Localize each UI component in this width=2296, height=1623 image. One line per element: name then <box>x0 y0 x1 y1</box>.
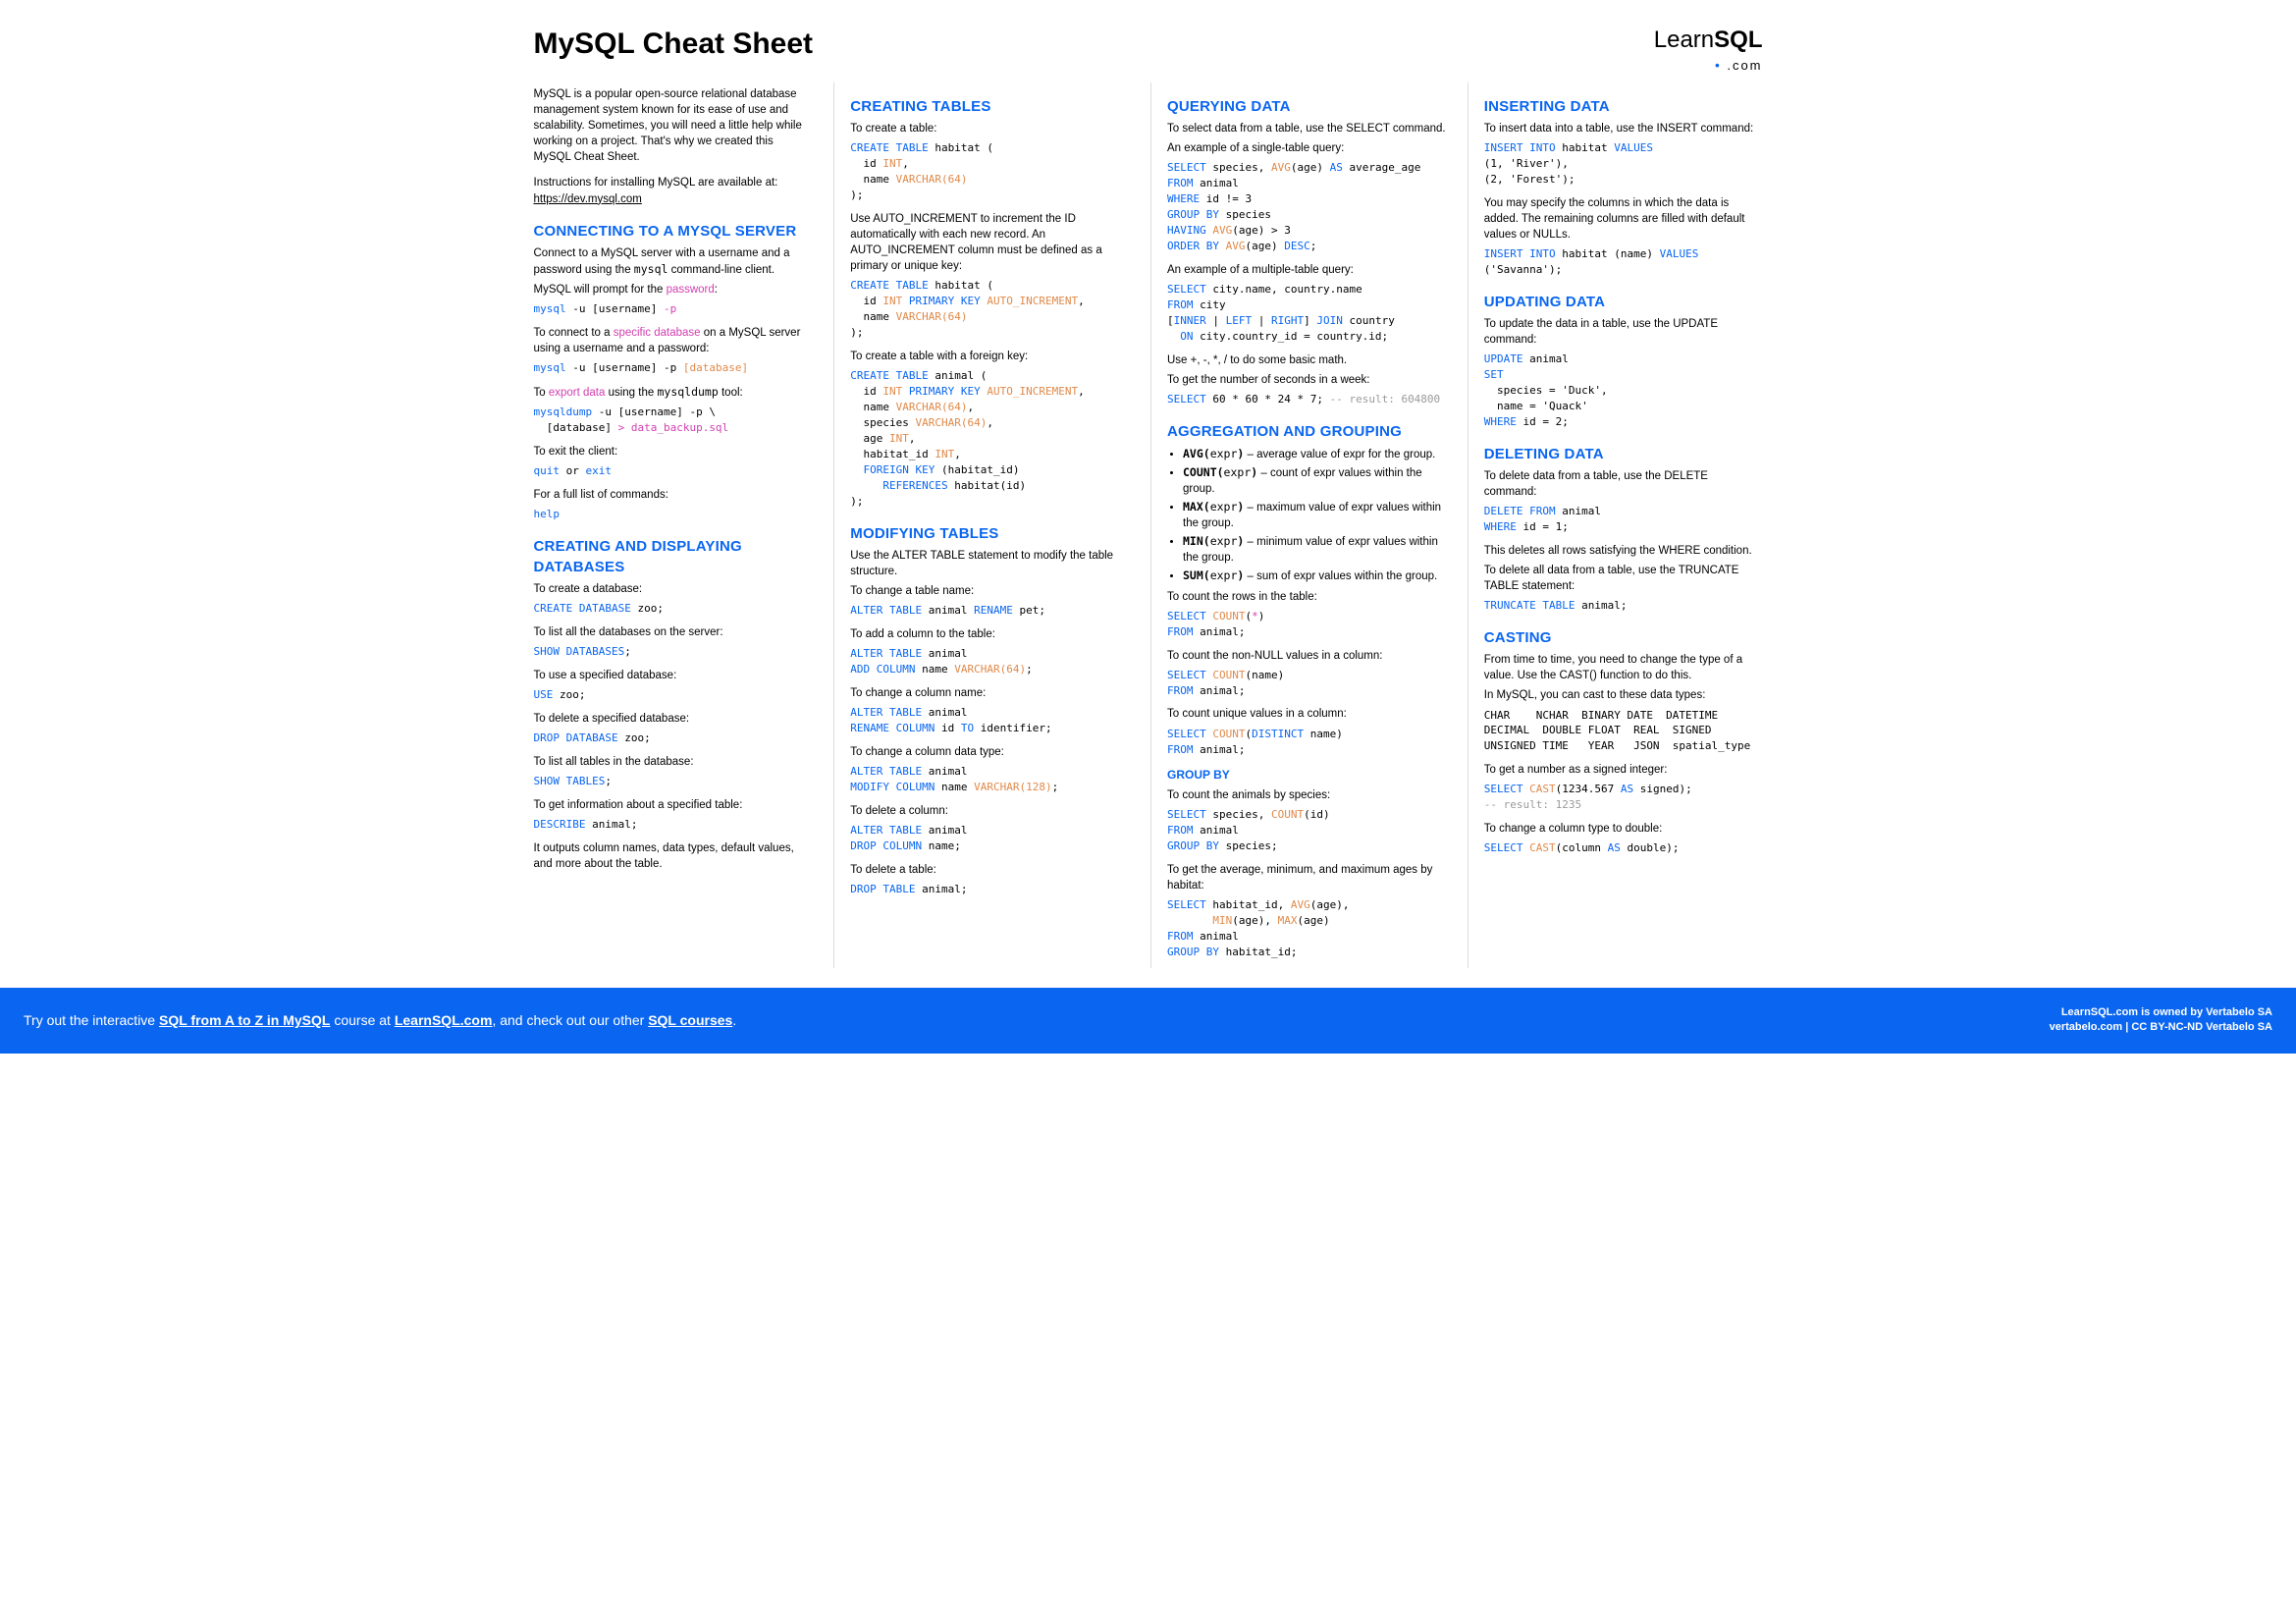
agg-list: AVG(expr) – average value of expr for th… <box>1183 446 1446 585</box>
h-query: QUERYING DATA <box>1167 96 1446 117</box>
h-agg: AGGREGATION AND GROUPING <box>1167 421 1446 442</box>
h-update: UPDATING DATA <box>1484 292 1763 312</box>
page-title: MySQL Cheat Sheet <box>534 24 1763 65</box>
link-course[interactable]: SQL from A to Z in MySQL <box>159 1012 330 1028</box>
code-dump: mysqldump -u [username] -p \ [database] … <box>534 405 813 436</box>
brand-logo: LearnSQL • .com <box>1654 24 1763 75</box>
intro-text: MySQL is a popular open-source relationa… <box>534 86 813 165</box>
h-modify-tables: MODIFYING TABLES <box>850 523 1129 544</box>
link-courses[interactable]: SQL courses <box>648 1012 732 1028</box>
install-text: Instructions for installing MySQL are av… <box>534 175 813 206</box>
install-link[interactable]: https://dev.mysql.com <box>534 193 642 205</box>
col-4: INSERTING DATA To insert data into a tab… <box>1468 82 1763 968</box>
h-create-tables: CREATING TABLES <box>850 96 1129 117</box>
code-connect-2: mysql -u [username] -p [database] <box>534 360 813 376</box>
h-groupby: GROUP BY <box>1167 767 1446 784</box>
footer: Try out the interactive SQL from A to Z … <box>0 988 2296 1054</box>
col-2: CREATING TABLES To create a table: CREAT… <box>833 82 1129 968</box>
code-connect-1: mysql -u [username] -p <box>534 301 813 317</box>
footer-text: Try out the interactive SQL from A to Z … <box>24 1011 736 1031</box>
h-connect: CONNECTING TO A MYSQL SERVER <box>534 221 813 242</box>
cast-types: CHAR NCHAR BINARY DATE DATETIME DECIMAL … <box>1484 708 1763 755</box>
h-delete: DELETING DATA <box>1484 444 1763 464</box>
link-site[interactable]: LearnSQL.com <box>395 1012 493 1028</box>
col-1: MySQL is a popular open-source relationa… <box>534 82 813 968</box>
h-dbs: CREATING AND DISPLAYING DATABASES <box>534 536 813 577</box>
footer-right: LearnSQL.com is owned by Vertabelo SA ve… <box>2050 1005 2272 1036</box>
h-cast: CASTING <box>1484 627 1763 648</box>
col-3: QUERYING DATA To select data from a tabl… <box>1150 82 1446 968</box>
h-insert: INSERTING DATA <box>1484 96 1763 117</box>
